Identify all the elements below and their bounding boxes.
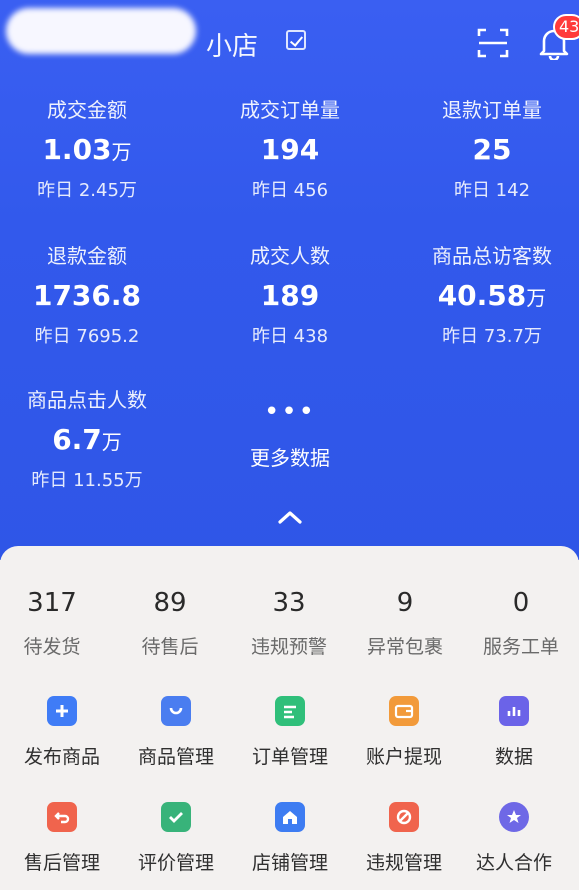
after-sales-icon [47,802,77,832]
metric-buyers[interactable]: 成交人数 189 昨日 438 [195,240,385,348]
store-header: 小店 43 [0,0,579,80]
verified-check-icon [286,30,306,50]
metric-visitors[interactable]: 商品总访客数 40.58万 昨日 73.7万 [397,240,579,348]
quick-panel: 317 待发货 89 待售后 33 违规预警 9 异常包裹 0 服务工单 发布商… [0,546,579,890]
tool-shop-management[interactable]: 店铺管理 [232,802,348,875]
tool-label: 发布商品 [23,746,100,768]
count-label: 违规预警 [250,636,327,658]
product-bag-icon [161,696,191,726]
violation-icon [389,802,419,832]
metric-order-count[interactable]: 成交订单量 194 昨日 456 [195,94,385,202]
count-violation-warning[interactable]: 33 违规预警 [231,588,347,659]
metric-yesterday: 昨日 11.55万 [31,470,143,491]
more-data-button[interactable]: ••• 更多数据 [195,397,385,471]
tool-label: 订单管理 [251,746,328,768]
metric-yesterday: 昨日 2.45万 [37,180,137,201]
tool-label: 达人合作 [475,852,552,874]
count-label: 待发货 [23,636,81,658]
metric-value: 1736.8 [32,279,142,312]
star-badge-icon [499,802,529,832]
tool-data[interactable]: 数据 [456,696,572,769]
metric-yesterday: 昨日 142 [453,180,531,201]
tool-label: 账户提现 [365,746,442,768]
tool-label: 违规管理 [365,852,442,874]
publish-product-icon [47,696,77,726]
count-label: 服务工单 [482,636,559,658]
count-label: 异常包裹 [366,636,443,658]
count-number: 317 [27,588,77,618]
chart-icon [499,696,529,726]
tool-after-sales[interactable]: 售后管理 [4,802,120,875]
metric-value: 6.7万 [52,423,122,456]
metric-yesterday: 昨日 438 [251,326,329,347]
metric-label: 商品总访客数 [432,244,552,268]
metric-value: 189 [260,279,320,312]
count-number: 9 [396,588,414,618]
more-dots-icon: ••• [263,397,316,427]
metric-yesterday: 昨日 73.7万 [442,326,542,347]
metric-label: 退款订单量 [442,98,542,122]
store-name-blurred [6,8,196,54]
tool-influencer-cooperation[interactable]: 达人合作 [456,802,572,875]
tool-label: 商品管理 [137,746,214,768]
tool-label: 数据 [494,746,533,768]
count-pending-shipment[interactable]: 317 待发货 [0,588,110,659]
notification-badge[interactable]: 43 [553,14,579,40]
metric-refund-orders[interactable]: 退款订单量 25 昨日 142 [397,94,579,202]
metric-sales-amount[interactable]: 成交金额 1.03万 昨日 2.45万 [0,94,182,202]
metric-label: 退款金额 [47,244,127,268]
tool-violation-management[interactable]: 违规管理 [346,802,462,875]
metric-clicks[interactable]: 商品点击人数 6.7万 昨日 11.55万 [0,384,182,492]
count-number: 89 [153,588,187,618]
count-service-tickets[interactable]: 0 服务工单 [463,588,579,659]
metric-value: 25 [472,133,512,166]
metric-value: 40.58万 [437,279,547,312]
metric-yesterday: 昨日 7695.2 [34,326,140,347]
metric-label: 成交人数 [250,244,330,268]
tool-label: 店铺管理 [251,852,328,874]
metric-label: 成交金额 [47,98,127,122]
tool-product-management[interactable]: 商品管理 [118,696,234,769]
count-number: 33 [272,588,306,618]
tool-account-withdraw[interactable]: 账户提现 [346,696,462,769]
chevron-up-icon[interactable] [276,508,304,526]
order-list-icon [275,696,305,726]
metric-label: 成交订单量 [240,98,340,122]
tool-publish-product[interactable]: 发布商品 [4,696,120,769]
review-check-icon [161,802,191,832]
stats-dashboard: 小店 43 成交金额 1.03万 昨日 2.45万 成交订单量 194 昨日 4… [0,0,579,560]
count-pending-aftersale[interactable]: 89 待售后 [112,588,228,659]
scan-icon[interactable] [476,26,510,60]
metric-value: 194 [260,133,320,166]
tool-label: 售后管理 [23,852,100,874]
shop-house-icon [275,802,305,832]
metric-label: 商品点击人数 [27,388,147,412]
tool-label: 评价管理 [137,852,214,874]
store-name[interactable]: 小店 [206,26,258,63]
count-number: 0 [512,588,530,618]
metric-yesterday: 昨日 456 [251,180,329,201]
metric-refund-amount[interactable]: 退款金额 1736.8 昨日 7695.2 [0,240,182,348]
more-data-label: 更多数据 [250,446,330,470]
count-abnormal-package[interactable]: 9 异常包裹 [347,588,463,659]
metric-value: 1.03万 [42,133,132,166]
count-label: 待售后 [141,636,199,658]
tool-order-management[interactable]: 订单管理 [232,696,348,769]
wallet-icon [389,696,419,726]
tool-review-management[interactable]: 评价管理 [118,802,234,875]
